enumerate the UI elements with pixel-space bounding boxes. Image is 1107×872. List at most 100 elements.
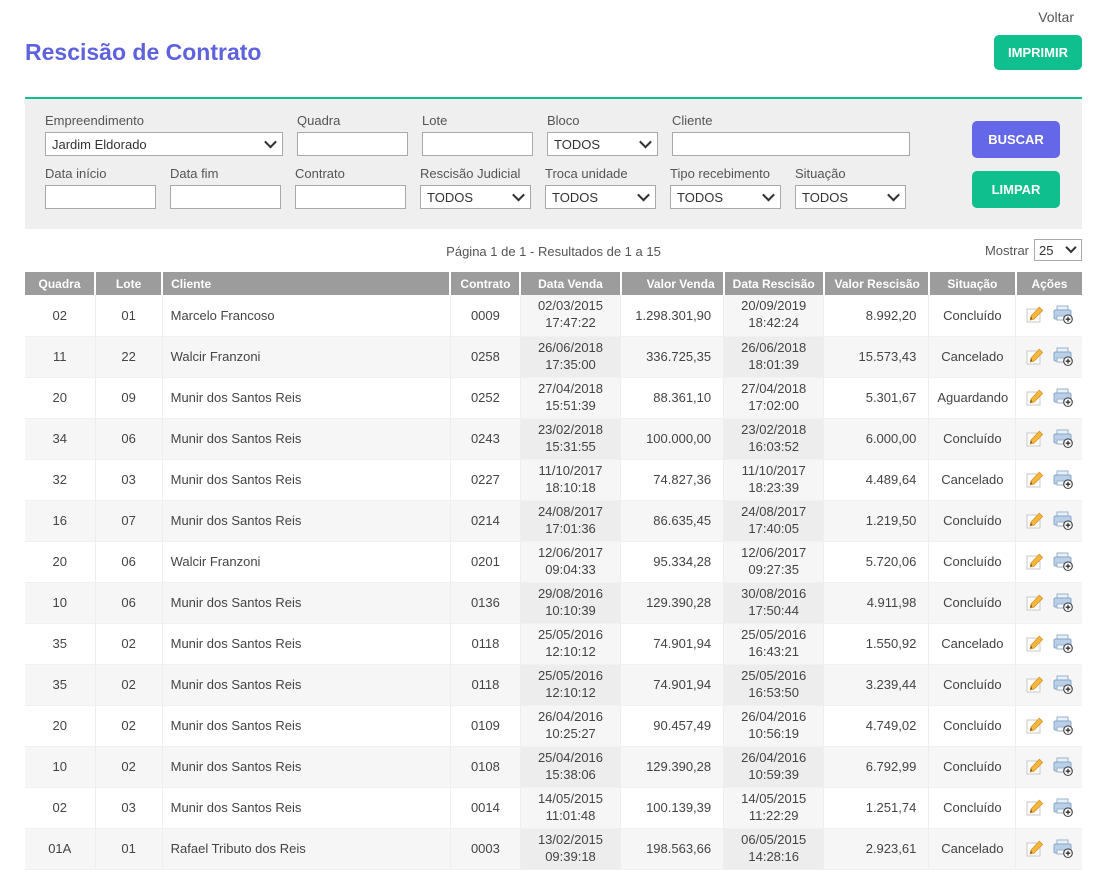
cell-acoes [1016,787,1082,828]
cell-lote: 02 [95,664,162,705]
empreendimento-select[interactable]: Jardim Eldorado [45,132,283,156]
cell-acoes [1016,746,1082,787]
cell-data-rescisao: 11/10/201718:23:39 [724,459,824,500]
table-row: 01A 01 Rafael Tributo dos Reis 0003 13/0… [25,828,1082,869]
mostrar-select[interactable]: 25 [1034,239,1082,261]
cell-data-venda: 13/02/201509:39:18 [520,828,620,869]
cell-situacao: Concluído [929,500,1016,541]
contrato-input[interactable] [295,185,406,209]
printer-add-icon[interactable] [1052,634,1074,654]
table-row: 20 02 Munir dos Santos Reis 0109 26/04/2… [25,705,1082,746]
mostrar-control: Mostrar 25 [985,239,1082,261]
printer-add-icon[interactable] [1052,511,1074,531]
printer-add-icon[interactable] [1052,757,1074,777]
cell-valor-rescisao: 8.992,20 [824,295,929,336]
field-cliente: Cliente [672,113,910,156]
edit-pencil-icon[interactable] [1025,634,1045,654]
cell-cliente: Munir dos Santos Reis [162,664,450,705]
field-contrato: Contrato [295,166,406,209]
edit-pencil-icon[interactable] [1025,429,1045,449]
cell-lote: 22 [95,336,162,377]
cell-situacao: Concluído [929,295,1016,336]
printer-add-icon[interactable] [1052,593,1074,613]
edit-pencil-icon[interactable] [1025,305,1045,325]
rescisao-judicial-label: Rescisão Judicial [420,166,531,181]
printer-add-icon[interactable] [1052,470,1074,490]
cell-acoes [1016,828,1082,869]
edit-pencil-icon[interactable] [1025,757,1045,777]
cell-lote: 09 [95,377,162,418]
cell-valor-venda: 74.901,94 [621,623,724,664]
print-button[interactable]: IMPRIMIR [994,35,1082,70]
printer-add-icon[interactable] [1052,716,1074,736]
edit-pencil-icon[interactable] [1025,716,1045,736]
edit-pencil-icon[interactable] [1025,552,1045,572]
cell-valor-rescisao: 5.301,67 [824,377,929,418]
cell-valor-venda: 74.901,94 [621,664,724,705]
printer-add-icon[interactable] [1052,839,1074,859]
tipo-recebimento-select[interactable]: TODOS [670,185,781,209]
cliente-input[interactable] [672,132,910,156]
printer-add-icon[interactable] [1052,429,1074,449]
situacao-select[interactable]: TODOS [795,185,906,209]
cell-data-rescisao: 26/04/201610:56:19 [724,705,824,746]
edit-pencil-icon[interactable] [1025,470,1045,490]
field-data-fim: Data fim [170,166,281,209]
edit-pencil-icon[interactable] [1025,347,1045,367]
data-fim-input[interactable] [170,185,281,209]
quadra-input[interactable] [297,132,408,156]
edit-pencil-icon[interactable] [1025,839,1045,859]
printer-add-icon[interactable] [1052,552,1074,572]
printer-add-icon[interactable] [1052,305,1074,325]
data-inicio-label: Data início [45,166,156,181]
lote-input[interactable] [422,132,533,156]
cell-data-venda: 24/08/201717:01:36 [520,500,620,541]
buscar-button[interactable]: BUSCAR [972,121,1060,158]
printer-add-icon[interactable] [1052,347,1074,367]
cell-data-venda: 11/10/201718:10:18 [520,459,620,500]
printer-add-icon[interactable] [1052,798,1074,818]
troca-unidade-label: Troca unidade [545,166,656,181]
cell-situacao: Cancelado [929,459,1016,500]
troca-unidade-select[interactable]: TODOS [545,185,656,209]
cell-lote: 06 [95,541,162,582]
cell-cliente: Munir dos Santos Reis [162,459,450,500]
edit-pencil-icon[interactable] [1025,511,1045,531]
col-header-valor-venda: Valor Venda [621,272,724,295]
cell-data-venda: 27/04/201815:51:39 [520,377,620,418]
cell-acoes [1016,418,1082,459]
cell-situacao: Cancelado [929,336,1016,377]
cell-lote: 03 [95,459,162,500]
data-inicio-input[interactable] [45,185,156,209]
cell-cliente: Munir dos Santos Reis [162,500,450,541]
cell-lote: 01 [95,828,162,869]
cell-quadra: 10 [25,582,95,623]
cell-valor-venda: 129.390,28 [621,582,724,623]
cell-valor-rescisao: 4.749,02 [824,705,929,746]
limpar-button[interactable]: LIMPAR [972,171,1060,208]
cell-quadra: 02 [25,787,95,828]
edit-pencil-icon[interactable] [1025,798,1045,818]
bloco-select[interactable]: TODOS [547,132,658,156]
cell-valor-venda: 336.725,35 [621,336,724,377]
cell-data-venda: 26/06/201817:35:00 [520,336,620,377]
cell-valor-venda: 1.298.301,90 [621,295,724,336]
edit-pencil-icon[interactable] [1025,388,1045,408]
cell-valor-rescisao: 15.573,43 [824,336,929,377]
rescisao-judicial-select[interactable]: TODOS [420,185,531,209]
cell-quadra: 20 [25,377,95,418]
cell-valor-venda: 100.139,39 [621,787,724,828]
edit-pencil-icon[interactable] [1025,675,1045,695]
printer-add-icon[interactable] [1052,388,1074,408]
cell-valor-rescisao: 3.239,44 [824,664,929,705]
cell-lote: 02 [95,705,162,746]
back-link[interactable]: Voltar [1038,9,1074,25]
title-row: Rescisão de Contrato IMPRIMIR [25,35,1082,70]
printer-add-icon[interactable] [1052,675,1074,695]
edit-pencil-icon[interactable] [1025,593,1045,613]
cell-valor-venda: 74.827,36 [621,459,724,500]
field-quadra: Quadra [297,113,408,156]
data-fim-label: Data fim [170,166,281,181]
cell-lote: 02 [95,746,162,787]
page-title: Rescisão de Contrato [25,39,261,66]
